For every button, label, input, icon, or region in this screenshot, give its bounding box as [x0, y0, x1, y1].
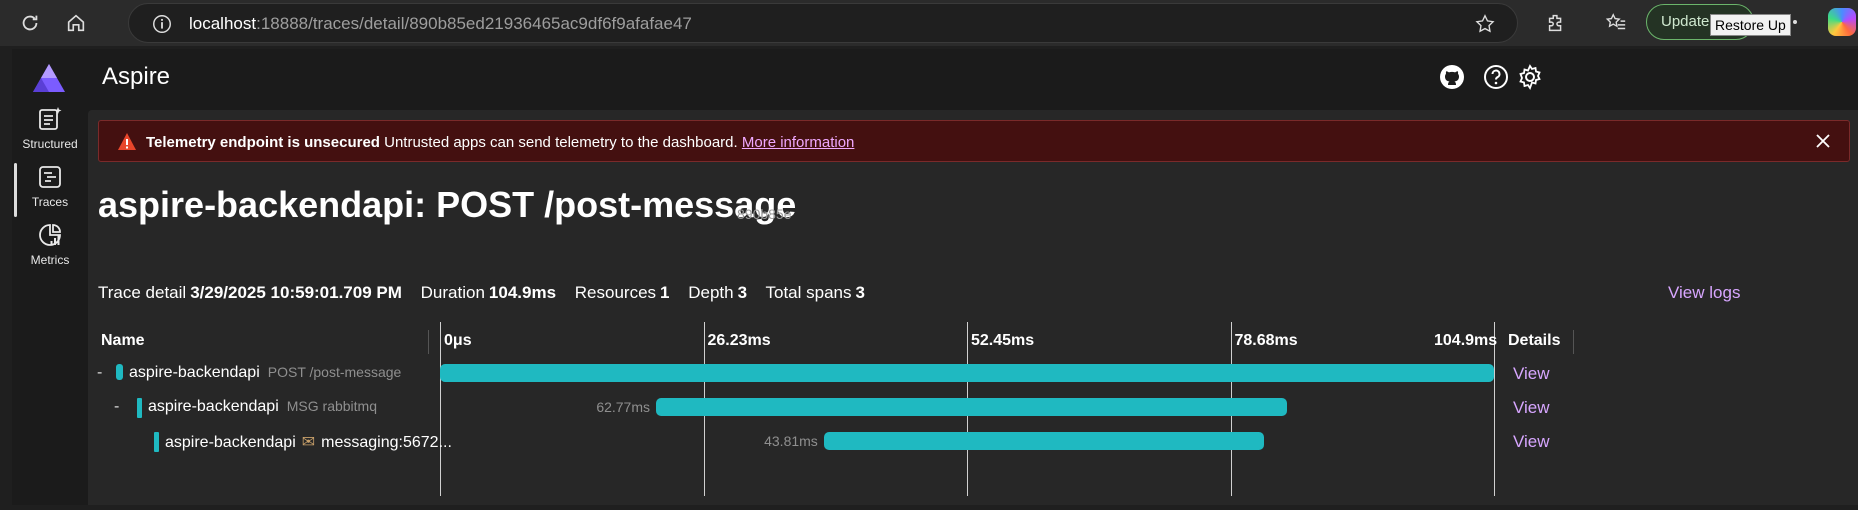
favorites-icon[interactable]	[1600, 7, 1632, 39]
home-icon[interactable]	[60, 7, 92, 39]
duration-label: Duration	[420, 283, 485, 302]
url-host: localhost	[189, 14, 257, 33]
span-resource-name: aspire-backendapi	[148, 398, 279, 415]
nav-metrics-label: Metrics	[30, 253, 70, 267]
timeline-tick-label: 52.45ms	[971, 332, 1035, 349]
span-waterfall-grid: Name Details 0μs 26.23ms 52.45ms 78.68ms 104…	[88, 320, 1858, 510]
span-operation-name: messaging:5672...	[321, 434, 452, 451]
collapse-toggle[interactable]: -	[114, 398, 119, 416]
page-title: aspire-backendapi: POST /post-message	[98, 184, 797, 225]
copilot-icon[interactable]	[1828, 8, 1856, 36]
trace-detail-page: Telemetry endpoint is unsecured Untruste…	[88, 110, 1858, 505]
timeline-tick-label: 0μs	[444, 332, 472, 349]
nav-traces-label: Traces	[31, 195, 69, 209]
nav-structured[interactable]: Structured	[12, 99, 88, 165]
metrics-icon	[39, 224, 61, 246]
span-duration-label: 43.81ms	[764, 433, 818, 449]
extensions-icon[interactable]	[1540, 7, 1572, 39]
resources-label: Resources	[574, 283, 657, 302]
sidebar: Structured Traces Metrics	[12, 49, 88, 505]
span-operation-name: POST /post-message	[267, 364, 402, 380]
duration-item: Duration 104.9ms	[421, 283, 556, 302]
span-duration-bar[interactable]	[656, 398, 1287, 416]
tooltip: Restore Up	[1710, 14, 1791, 36]
security-warning-banner: Telemetry endpoint is unsecured Untruste…	[98, 120, 1850, 162]
banner-title: Telemetry endpoint is unsecured	[146, 134, 380, 151]
resources-item: Resources 1	[575, 283, 670, 302]
help-icon[interactable]	[1482, 63, 1510, 91]
span-operation-name: MSG rabbitmq	[286, 398, 377, 414]
depth-item: Depth 3	[688, 283, 747, 302]
resource-color-indicator	[154, 432, 159, 452]
settings-gear-icon[interactable]	[1516, 63, 1544, 91]
depth-label: Depth	[688, 283, 734, 302]
address-bar[interactable]: localhost:18888/traces/detail/890b85ed21…	[128, 3, 1518, 43]
timeline-gridline	[440, 322, 441, 496]
more-information-link[interactable]: More information	[742, 134, 855, 151]
resource-color-indicator	[137, 398, 142, 418]
column-divider[interactable]	[1573, 330, 1574, 354]
url-text: localhost:18888/traces/detail/890b85ed21…	[189, 14, 692, 34]
view-logs-link[interactable]: View logs	[1668, 283, 1740, 303]
warning-icon	[118, 133, 136, 150]
span-duration-bar[interactable]	[823, 432, 1264, 450]
timeline-tick-label: 26.23ms	[707, 332, 771, 349]
span-resource-name: aspire-backendapi	[165, 434, 296, 451]
span-name[interactable]: aspire-backendapi MSG rabbitmq	[148, 398, 377, 416]
url-path: :18888/traces/detail/890b85ed21936465ac9…	[256, 14, 692, 33]
nav-structured-label: Structured	[22, 137, 78, 151]
trace-detail-item: Trace detail 3/29/2025 10:59:01.709 PM	[98, 283, 402, 302]
more-dot-icon[interactable]	[1793, 20, 1797, 24]
nav-metrics[interactable]: Metrics	[12, 215, 88, 281]
trace-summary: Trace detail 3/29/2025 10:59:01.709 PM Du…	[98, 283, 879, 303]
span-name[interactable]: aspire-backendapi ✉ messaging:5672...	[165, 432, 452, 452]
total-spans-value: 3	[855, 283, 865, 302]
view-span-details-link[interactable]: View	[1513, 364, 1550, 384]
span-name[interactable]: aspire-backendapi POST /post-message	[129, 364, 401, 382]
trace-detail-label: Trace detail	[98, 283, 187, 302]
trace-detail-value: 3/29/2025 10:59:01.709 PM	[190, 283, 402, 302]
total-spans-label: Total spans	[765, 283, 852, 302]
view-span-details-link[interactable]: View	[1513, 432, 1550, 452]
close-icon[interactable]	[1813, 131, 1833, 151]
reload-icon[interactable]	[14, 7, 46, 39]
duration-value: 104.9ms	[488, 283, 557, 302]
banner-text: Telemetry endpoint is unsecured Untruste…	[146, 134, 854, 151]
nav-traces[interactable]: Traces	[12, 157, 88, 223]
timeline-tick-label: 78.68ms	[1234, 332, 1298, 349]
span-duration-label: 62.77ms	[596, 399, 651, 415]
timeline-tick-label: 104.9ms	[1434, 332, 1498, 349]
span-duration-bar[interactable]	[440, 364, 1494, 382]
traces-icon	[39, 166, 61, 188]
github-icon[interactable]	[1438, 63, 1466, 91]
span-resource-name: aspire-backendapi	[129, 364, 260, 381]
banner-message: Untrusted apps can send telemetry to the…	[384, 134, 738, 151]
view-span-details-link[interactable]: View	[1513, 398, 1550, 418]
browser-toolbar: localhost:18888/traces/detail/890b85ed21…	[0, 0, 1858, 46]
collapse-toggle[interactable]: -	[97, 364, 102, 382]
message-envelope-icon: ✉	[301, 434, 316, 451]
name-column-header[interactable]: Name	[101, 332, 145, 350]
app-title: Aspire	[102, 63, 171, 90]
site-info-icon[interactable]	[151, 13, 173, 35]
aspire-dashboard: Structured Traces Metrics Aspire Telemet…	[12, 49, 1858, 505]
aspire-logo-icon[interactable]	[32, 63, 66, 93]
depth-value: 3	[737, 283, 748, 302]
total-spans-item: Total spans 3	[766, 283, 865, 302]
resource-color-indicator	[116, 364, 123, 380]
column-divider[interactable]	[428, 330, 429, 354]
favorite-star-icon[interactable]	[1474, 13, 1496, 35]
resources-value: 1	[660, 283, 670, 302]
structured-logs-icon	[39, 107, 62, 130]
details-column-header: Details	[1508, 332, 1561, 349]
trace-id: 890b85e	[737, 206, 792, 222]
